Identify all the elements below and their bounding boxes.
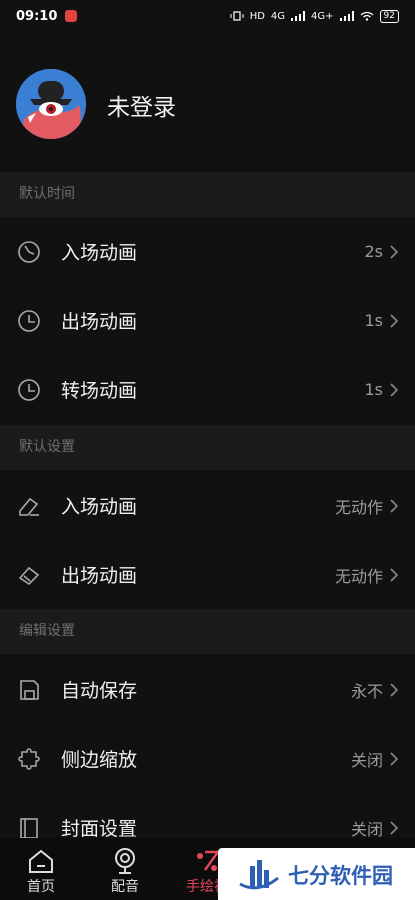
status-time: 09:10 bbox=[16, 8, 58, 24]
row-entrance-animation[interactable]: 入场动画 无动作 bbox=[0, 471, 415, 540]
chevron-right-icon bbox=[390, 682, 399, 697]
row-autosave[interactable]: 自动保存 永不 bbox=[0, 655, 415, 724]
hd-label: HD bbox=[249, 10, 265, 22]
row-transition-time[interactable]: 转场动画 1s bbox=[0, 355, 415, 424]
row-label: 封面设置 bbox=[61, 818, 138, 840]
chevron-right-icon bbox=[390, 820, 399, 835]
clock-icon bbox=[18, 309, 40, 332]
row-value: 1s bbox=[364, 311, 383, 330]
eraser-icon bbox=[18, 566, 40, 585]
row-label: 入场动画 bbox=[61, 496, 138, 518]
network-4g-label: 4G bbox=[270, 10, 286, 22]
row-value: 无动作 bbox=[334, 566, 383, 586]
chevron-right-icon bbox=[390, 313, 399, 328]
row-value: 关闭 bbox=[350, 750, 383, 770]
row-value: 无动作 bbox=[334, 497, 383, 517]
eraser-icon bbox=[19, 497, 39, 516]
row-entrance-time[interactable]: 入场动画 2s bbox=[0, 217, 415, 286]
profile-header[interactable]: 未登录 bbox=[0, 32, 415, 172]
row-value: 2s bbox=[364, 242, 383, 261]
chevron-right-icon bbox=[390, 751, 399, 766]
battery-indicator: 92 bbox=[379, 9, 399, 23]
row-label: 出场动画 bbox=[61, 311, 138, 333]
row-label: 入场动画 bbox=[61, 242, 138, 264]
vibrate-icon bbox=[230, 11, 244, 21]
status-bar: 09:10 HD 4G 4G+ 92 bbox=[0, 0, 415, 32]
clock-icon bbox=[18, 378, 40, 401]
section-header-default-settings: 默认设置 bbox=[0, 425, 415, 470]
microphone-icon bbox=[115, 848, 135, 874]
row-label: 侧边缩放 bbox=[61, 749, 138, 771]
chevron-right-icon bbox=[390, 498, 399, 513]
save-icon bbox=[20, 679, 39, 700]
section-header-edit-settings: 编辑设置 bbox=[0, 609, 415, 654]
tab-label: 配音 bbox=[111, 879, 139, 895]
signal-icon-2 bbox=[339, 11, 354, 21]
row-side-zoom[interactable]: 侧边缩放 关闭 bbox=[0, 724, 415, 793]
watermark-logo bbox=[239, 860, 279, 890]
tab-dubbing[interactable]: 配音 bbox=[90, 838, 160, 900]
watermark-text: 七分软件园 bbox=[288, 864, 393, 888]
tab-label: 首页 bbox=[27, 879, 55, 895]
signal-icon bbox=[291, 11, 306, 21]
watermark: 七分软件园 bbox=[218, 848, 415, 900]
tab-home[interactable]: 首页 bbox=[6, 838, 76, 900]
row-exit-animation[interactable]: 出场动画 无动作 bbox=[0, 540, 415, 609]
chevron-right-icon bbox=[390, 244, 399, 259]
avatar-illustration bbox=[16, 69, 86, 139]
clock-icon bbox=[18, 240, 40, 263]
book-icon bbox=[20, 817, 38, 839]
network-4gplus-label: 4G+ bbox=[311, 10, 334, 22]
chevron-right-icon bbox=[390, 567, 399, 582]
wifi-icon bbox=[360, 11, 373, 21]
row-value: 关闭 bbox=[350, 819, 383, 839]
row-label: 自动保存 bbox=[61, 680, 138, 702]
puzzle-icon bbox=[18, 747, 40, 770]
home-icon bbox=[29, 849, 53, 873]
row-label: 出场动画 bbox=[61, 565, 138, 587]
chevron-right-icon bbox=[390, 382, 399, 397]
avatar[interactable] bbox=[16, 69, 86, 139]
notification-icon bbox=[65, 10, 78, 22]
row-value: 永不 bbox=[350, 681, 383, 701]
login-status-label[interactable]: 未登录 bbox=[107, 88, 176, 122]
row-value: 1s bbox=[364, 380, 383, 399]
section-header-default-time: 默认时间 bbox=[0, 172, 415, 217]
row-exit-time[interactable]: 出场动画 1s bbox=[0, 286, 415, 355]
row-label: 转场动画 bbox=[61, 380, 138, 402]
